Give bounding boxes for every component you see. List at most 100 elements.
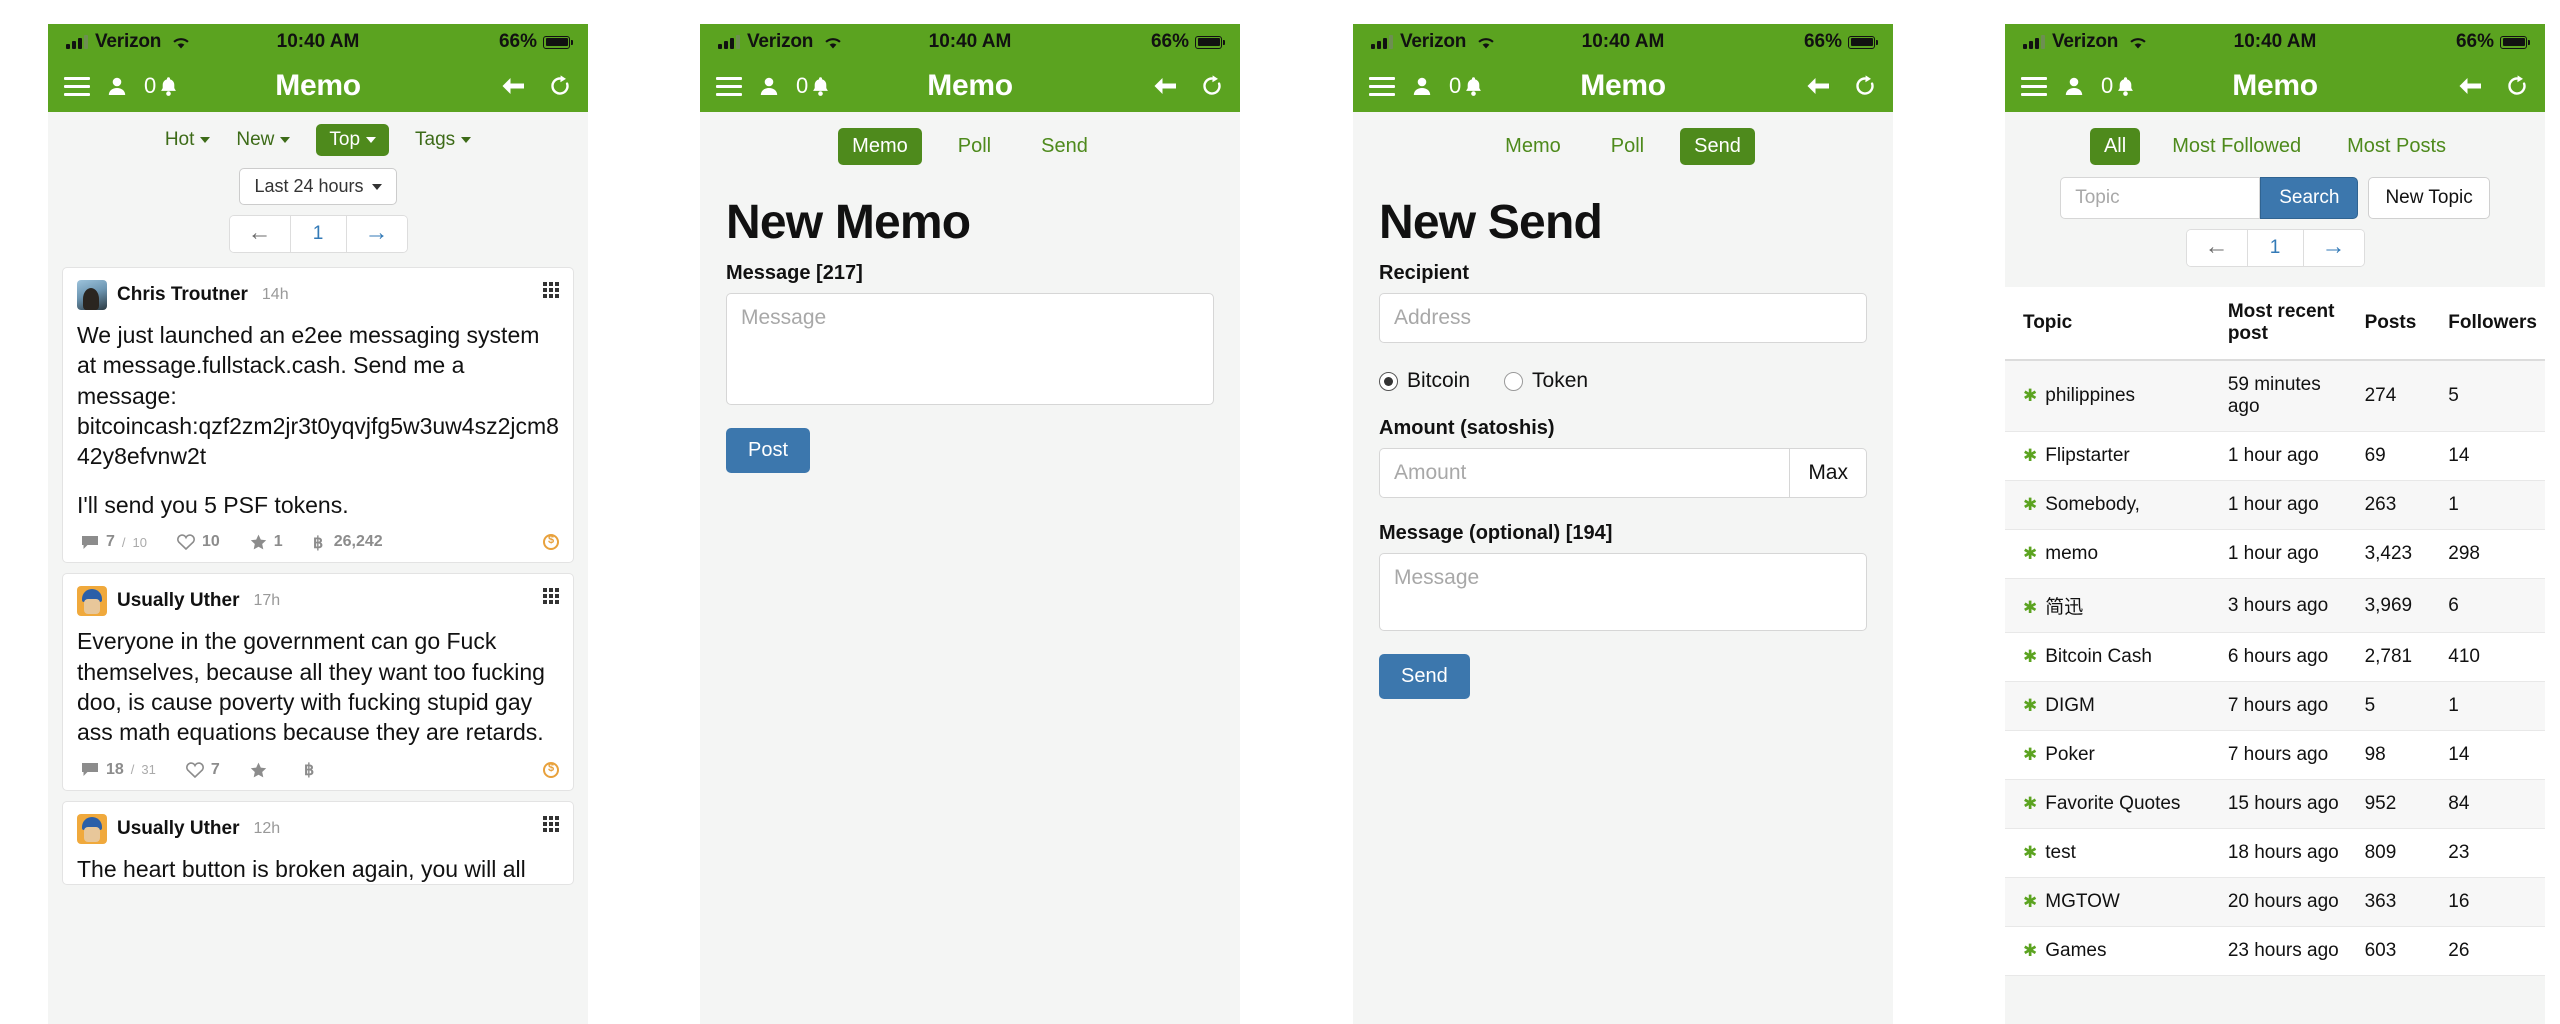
post-card[interactable]: Usually Uther 17h Everyone in the govern…: [62, 573, 574, 791]
table-row[interactable]: ✱ memo 1 hour ago 3,423 298: [2005, 529, 2545, 579]
recipient-address-input[interactable]: [1379, 293, 1867, 343]
notifications-button[interactable]: 0: [1449, 73, 1483, 99]
new-topic-button[interactable]: New Topic: [2368, 177, 2490, 219]
table-row[interactable]: ✱ philippines 59 minutes ago 274 5: [2005, 360, 2545, 432]
table-row[interactable]: ✱ Flipstarter 1 hour ago 69 14: [2005, 431, 2545, 481]
refresh-icon[interactable]: [1853, 74, 1877, 98]
search-input[interactable]: [2060, 177, 2261, 219]
tip-stat[interactable]: ฿ 26,242: [313, 533, 383, 551]
table-row[interactable]: ✱ Games 23 hours ago 603 26: [2005, 926, 2545, 976]
notifications-button[interactable]: 0: [144, 73, 178, 99]
profile-icon[interactable]: [2063, 75, 2085, 97]
profile-icon[interactable]: [758, 75, 780, 97]
refresh-icon[interactable]: [2505, 74, 2529, 98]
topic-name[interactable]: Somebody,: [2045, 494, 2140, 515]
post-card[interactable]: Usually Uther 12h The heart button is br…: [62, 800, 574, 885]
search-button[interactable]: Search: [2260, 177, 2359, 219]
table-row[interactable]: ✱ Bitcoin Cash 6 hours ago 2,781 410: [2005, 632, 2545, 682]
post-button[interactable]: Post: [726, 428, 811, 473]
like-stat[interactable]: 7: [185, 761, 220, 779]
max-button[interactable]: Max: [1789, 448, 1867, 498]
tab-poll[interactable]: Poll: [1597, 128, 1658, 165]
table-row[interactable]: ✱ Somebody, 1 hour ago 263 1: [2005, 480, 2545, 530]
pagination-next-button[interactable]: →: [2303, 230, 2364, 266]
tab-send[interactable]: Send: [1680, 128, 1755, 165]
tab-memo[interactable]: Memo: [1491, 128, 1575, 165]
topic-name[interactable]: Favorite Quotes: [2045, 793, 2180, 814]
pagination-page-number[interactable]: 1: [290, 216, 347, 252]
reply-stat[interactable]: 18 / 31: [81, 761, 156, 779]
pagination-next-button[interactable]: →: [346, 216, 407, 252]
send-message-input[interactable]: [1379, 553, 1867, 631]
post-author-name[interactable]: Chris Troutner: [117, 284, 248, 306]
post-menu-grid-icon[interactable]: [543, 282, 559, 298]
avatar[interactable]: [77, 586, 107, 617]
profile-icon[interactable]: [106, 75, 128, 97]
time-filter-dropdown[interactable]: Last 24 hours: [239, 168, 397, 205]
refresh-icon[interactable]: [1200, 74, 1224, 98]
tab-most-posts[interactable]: Most Posts: [2333, 128, 2460, 165]
topic-name[interactable]: Bitcoin Cash: [2045, 646, 2152, 667]
back-arrow-icon[interactable]: [1152, 75, 1178, 97]
hamburger-menu-icon[interactable]: [2021, 76, 2047, 96]
sort-tab-top[interactable]: Top: [316, 124, 390, 156]
column-header-topic[interactable]: Topic: [2005, 287, 2220, 361]
message-input[interactable]: [726, 293, 1214, 405]
radio-token[interactable]: Token: [1504, 369, 1588, 393]
avatar[interactable]: [77, 280, 107, 310]
pagination-prev-button[interactable]: ←: [2186, 230, 2248, 266]
reply-stat[interactable]: 7 / 10: [81, 533, 147, 551]
send-button[interactable]: Send: [1379, 654, 1470, 699]
topic-name[interactable]: test: [2045, 842, 2076, 863]
tab-memo[interactable]: Memo: [838, 128, 922, 165]
topic-name[interactable]: 简迅: [2045, 597, 2083, 618]
amount-input[interactable]: [1379, 448, 1790, 498]
avatar[interactable]: [77, 813, 107, 844]
tip-badge-icon[interactable]: [543, 761, 559, 778]
star-stat[interactable]: 1: [250, 533, 283, 551]
tab-poll[interactable]: Poll: [944, 128, 1005, 165]
hamburger-menu-icon[interactable]: [64, 76, 90, 96]
tab-send[interactable]: Send: [1027, 128, 1102, 165]
topic-name[interactable]: MGTOW: [2045, 891, 2120, 912]
pagination-prev-button[interactable]: ←: [229, 216, 291, 252]
sort-tab-new[interactable]: New: [236, 129, 291, 151]
topic-name[interactable]: DIGM: [2045, 695, 2095, 716]
refresh-icon[interactable]: [548, 74, 572, 98]
table-row[interactable]: ✱ Poker 7 hours ago 98 14: [2005, 730, 2545, 780]
post-menu-grid-icon[interactable]: [543, 815, 559, 832]
table-row[interactable]: ✱ MGTOW 20 hours ago 363 16: [2005, 877, 2545, 927]
table-row[interactable]: ✱ DIGM 7 hours ago 5 1: [2005, 681, 2545, 731]
column-header-followers[interactable]: Followers: [2440, 287, 2545, 361]
table-row[interactable]: ✱ test 18 hours ago 809 23: [2005, 828, 2545, 878]
table-row[interactable]: ✱ Favorite Quotes 15 hours ago 952 84: [2005, 779, 2545, 829]
column-header-recent[interactable]: Most recent post: [2219, 287, 2357, 361]
hamburger-menu-icon[interactable]: [1369, 76, 1395, 96]
tab-most-followed[interactable]: Most Followed: [2158, 128, 2315, 165]
hamburger-menu-icon[interactable]: [716, 76, 742, 96]
post-card[interactable]: Chris Troutner 14h We just launched an e…: [62, 267, 574, 564]
notifications-button[interactable]: 0: [796, 73, 830, 99]
profile-icon[interactable]: [1411, 75, 1433, 97]
topic-name[interactable]: Flipstarter: [2045, 445, 2129, 466]
column-header-posts[interactable]: Posts: [2356, 287, 2441, 361]
like-stat[interactable]: 10: [177, 533, 220, 551]
tab-all[interactable]: All: [2089, 128, 2141, 165]
post-author-name[interactable]: Usually Uther: [117, 818, 239, 840]
pagination-page-number[interactable]: 1: [2247, 230, 2304, 266]
table-row[interactable]: ✱ 简迅 3 hours ago 3,969 6: [2005, 578, 2545, 633]
sort-tab-tags[interactable]: Tags: [415, 129, 472, 151]
back-arrow-icon[interactable]: [1805, 75, 1831, 97]
tip-stat[interactable]: ฿: [304, 761, 325, 778]
topic-name[interactable]: philippines: [2045, 385, 2135, 406]
notifications-button[interactable]: 0: [2101, 73, 2135, 99]
sort-tab-hot[interactable]: Hot: [165, 129, 211, 151]
radio-bitcoin[interactable]: Bitcoin: [1379, 369, 1470, 393]
topic-name[interactable]: Poker: [2045, 744, 2095, 765]
post-menu-grid-icon[interactable]: [543, 588, 559, 605]
back-arrow-icon[interactable]: [2457, 75, 2483, 97]
post-author-name[interactable]: Usually Uther: [117, 590, 239, 612]
topic-name[interactable]: Games: [2045, 940, 2106, 961]
star-stat[interactable]: [250, 762, 274, 778]
back-arrow-icon[interactable]: [500, 75, 526, 97]
